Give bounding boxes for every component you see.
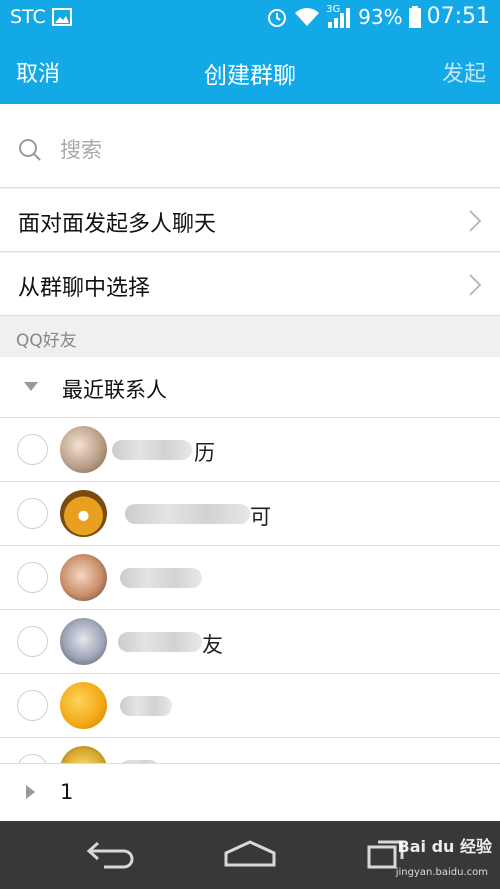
list-item[interactable]: 友 xyxy=(0,610,500,674)
avatar xyxy=(60,618,107,665)
avatar xyxy=(60,682,107,729)
back-icon[interactable] xyxy=(86,839,136,869)
select-checkbox[interactable] xyxy=(17,498,48,529)
face-to-face-group-row[interactable]: 面对面发起多人聊天 xyxy=(0,189,500,252)
contact-name: 友 xyxy=(202,633,223,657)
chevron-right-icon xyxy=(469,274,482,296)
group-header-recent[interactable]: 最近联系人 xyxy=(0,357,500,418)
battery-icon xyxy=(408,5,421,28)
select-from-group-label: 从群聊中选择 xyxy=(18,276,151,301)
home-icon[interactable] xyxy=(224,839,276,869)
wifi-icon xyxy=(295,7,320,26)
select-checkbox[interactable] xyxy=(17,690,48,721)
status-right: 3G 93% 07:51 xyxy=(266,4,490,29)
face-to-face-label: 面对面发起多人聊天 xyxy=(18,212,217,237)
list-item[interactable]: 可 xyxy=(0,482,500,546)
blurred-name xyxy=(120,568,202,588)
select-checkbox[interactable] xyxy=(17,754,48,763)
search-bar[interactable]: 搜索 xyxy=(0,104,500,188)
contact-list: 历 可 友 xyxy=(0,418,500,763)
select-from-group-row[interactable]: 从群聊中选择 xyxy=(0,253,500,316)
group-label: 1 xyxy=(60,780,74,804)
select-checkbox[interactable] xyxy=(17,562,48,593)
search-icon xyxy=(19,139,41,161)
section-header: QQ好友 xyxy=(0,317,500,357)
chevron-right-icon xyxy=(469,210,482,232)
clock: 07:51 xyxy=(426,4,490,29)
watermark-brand: Bai du 经验 xyxy=(397,837,492,856)
triangle-right-icon xyxy=(26,785,35,799)
list-item[interactable] xyxy=(0,546,500,610)
image-icon xyxy=(51,8,72,26)
contact-name: 可 xyxy=(250,505,271,529)
avatar xyxy=(60,490,107,537)
list-item[interactable]: 历 xyxy=(0,418,500,482)
blurred-name xyxy=(118,632,202,652)
signal-icon: 3G xyxy=(326,4,352,28)
triangle-down-icon xyxy=(24,382,38,391)
start-chat-button[interactable]: 发起 xyxy=(442,56,486,88)
blurred-name xyxy=(112,440,192,460)
group-header-collapsed[interactable]: 1 xyxy=(0,763,500,821)
blurred-name xyxy=(125,504,250,524)
carrier-name: STC xyxy=(10,6,46,28)
watermark-url: jingyan.baidu.com xyxy=(395,867,488,878)
list-item[interactable] xyxy=(0,674,500,738)
status-bar: STC 3G 93% 07:51 xyxy=(0,0,500,34)
search-input[interactable]: 搜索 xyxy=(60,134,102,164)
avatar xyxy=(60,746,107,763)
select-checkbox[interactable] xyxy=(17,626,48,657)
contact-name: 历 xyxy=(194,441,215,465)
battery-percent: 93% xyxy=(358,4,403,29)
select-checkbox[interactable] xyxy=(17,434,48,465)
section-label: QQ好友 xyxy=(16,331,77,351)
status-left: STC xyxy=(10,6,72,28)
alarm-icon xyxy=(268,8,287,27)
page-title: 创建群聊 xyxy=(204,63,296,89)
avatar xyxy=(60,554,107,601)
group-label: 最近联系人 xyxy=(62,378,167,402)
avatar xyxy=(60,426,107,473)
system-nav-bar: Bai du 经验 jingyan.baidu.com xyxy=(0,821,500,889)
title-bar: 取消 创建群聊 发起 xyxy=(0,34,500,104)
list-item[interactable] xyxy=(0,738,500,763)
blurred-name xyxy=(120,696,172,716)
